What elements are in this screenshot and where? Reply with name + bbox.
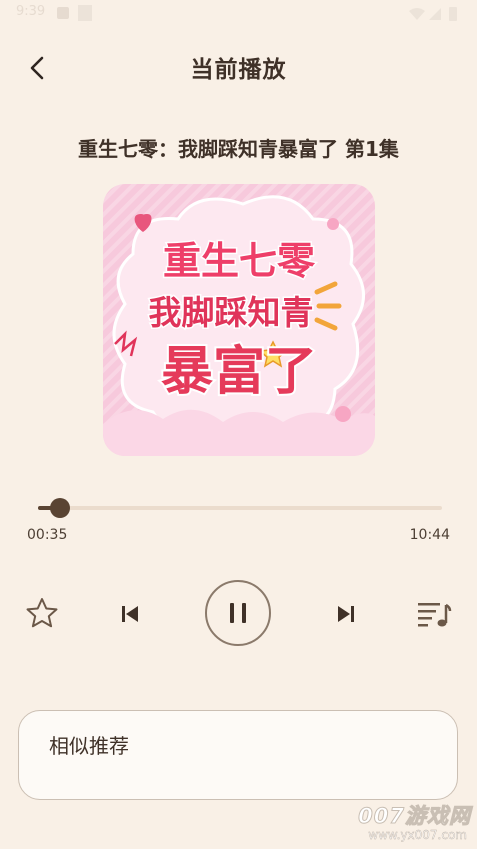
cover-artwork: 重生七零 我脚踩知青 暴富了	[103, 184, 375, 456]
cover-line-2: 我脚踩知青	[149, 293, 314, 332]
watermark-brand: 007游戏网	[358, 804, 471, 829]
watermark-url: www.yx007.com	[368, 828, 467, 842]
progress-thumb[interactable]	[49, 498, 70, 518]
favorite-button[interactable]	[22, 594, 62, 634]
notification-icon	[57, 7, 69, 19]
playlist-music-icon	[418, 603, 452, 627]
page-title: 当前播放	[190, 57, 287, 83]
status-time: 9:39	[16, 4, 46, 19]
wifi-icon	[409, 8, 425, 20]
blank-icon	[78, 5, 92, 21]
status-right-icons	[409, 7, 457, 21]
battery-icon	[449, 7, 457, 21]
progress-bar[interactable]	[38, 498, 442, 518]
recommend-title: 相似推荐	[49, 734, 129, 758]
similar-recommend-card[interactable]: 相似推荐	[18, 710, 458, 800]
album-cover: 重生七零 我脚踩知青 暴富了	[103, 184, 375, 456]
playlist-button[interactable]	[414, 596, 454, 632]
track-title: 重生七零：我脚踩知青暴富了 第1集	[78, 137, 399, 161]
signal-icon	[429, 8, 441, 20]
skip-next-icon	[338, 606, 354, 622]
skip-previous-icon	[122, 606, 138, 622]
status-bar: 9:39	[0, 0, 477, 28]
star-outline-icon	[26, 598, 58, 628]
play-pause-button[interactable]	[205, 580, 271, 646]
cover-line-1: 重生七零	[163, 239, 316, 283]
site-watermark: 007游戏网 www.yx007.com	[358, 800, 471, 846]
now-playing-screen: 9:39 当前播放 重生七零：我脚踩知青暴富了 第1集 重生七零 我脚踩知青 暴…	[0, 0, 477, 849]
pause-icon	[230, 603, 246, 623]
total-time: 10:44	[409, 527, 450, 543]
cover-line-3: 暴富了	[161, 342, 317, 402]
current-time: 00:35	[27, 527, 68, 543]
cloud-band	[103, 409, 375, 456]
previous-button[interactable]	[114, 598, 146, 630]
flower-icon	[327, 218, 339, 230]
next-button[interactable]	[330, 598, 362, 630]
flower-icon	[335, 406, 351, 422]
